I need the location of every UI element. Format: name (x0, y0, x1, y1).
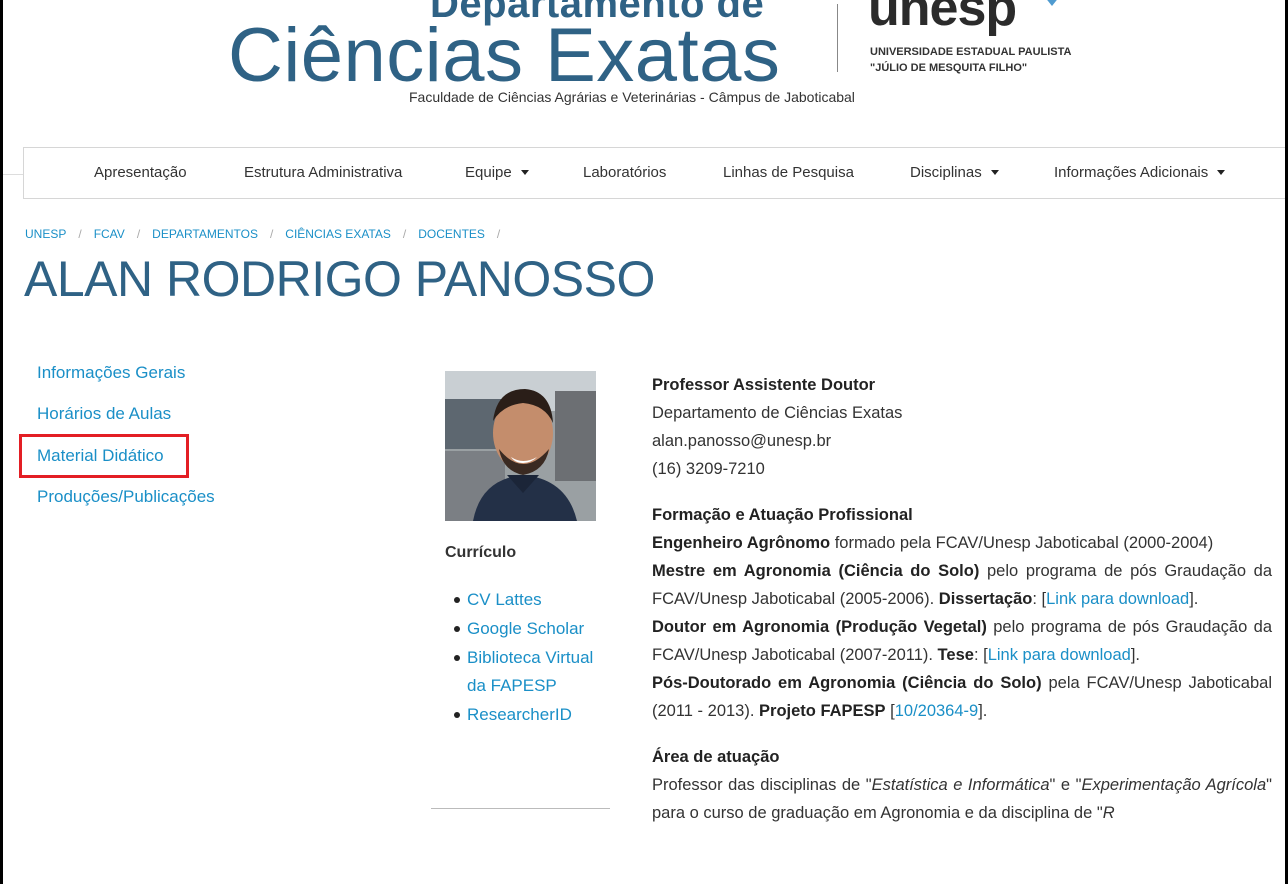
sidebar-item-informacoes-gerais[interactable]: Informações Gerais (37, 363, 185, 383)
faculty-subtitle: Faculdade de Ciências Agrárias e Veterin… (409, 89, 855, 105)
caret-down-icon (520, 169, 529, 175)
nav-item-informacoes-adicionais[interactable]: Informações Adicionais (1054, 164, 1226, 181)
profile-content: Professor Assistente Doutor Departamento… (652, 371, 1272, 827)
curriculo-heading: Currículo (445, 544, 517, 561)
formacao-engenheiro: Engenheiro Agrônomo formado pela FCAV/Un… (652, 534, 1214, 552)
profile-photo (445, 371, 596, 521)
department-title-line2: Ciências Exatas (228, 13, 781, 98)
breadcrumb-ciencias-exatas[interactable]: CIÊNCIAS EXATAS (285, 227, 391, 241)
cv-lattes-link[interactable]: CV Lattes (467, 590, 542, 609)
area-text: Professor das disciplinas de "Estatístic… (652, 776, 1272, 822)
formacao-posdoc: Pós-Doutorado em Agronomia (Ciência do S… (652, 674, 1272, 720)
nav-item-linhas-de-pesquisa[interactable]: Linhas de Pesquisa (723, 164, 854, 181)
caret-down-icon (1217, 169, 1226, 175)
breadcrumb-fcav[interactable]: FCAV (94, 227, 125, 241)
breadcrumb: UNESP / FCAV / DEPARTAMENTOS / CIÊNCIAS EXATAS… (25, 227, 512, 241)
highlight-box (19, 434, 189, 478)
google-scholar-link[interactable]: Google Scholar (467, 619, 584, 638)
profile-department: Departamento de Ciências Exatas (652, 404, 903, 422)
sidebar-item-horarios-de-aulas[interactable]: Horários de Aulas (37, 404, 171, 424)
nav-item-equipe[interactable]: Equipe (465, 164, 529, 181)
profile-email: alan.panosso@unesp.br (652, 432, 832, 450)
list-item: Biblioteca Virtual da FAPESP (445, 644, 595, 700)
sidebar-item-producoes-publicacoes[interactable]: Produções/Publicações (37, 487, 215, 507)
window-border-left (0, 0, 3, 884)
researcherid-link[interactable]: ResearcherID (467, 705, 572, 724)
profile-phone: (16) 3209-7210 (652, 460, 765, 478)
main-navigation: Apresentação Estrutura Administrativa Eq… (23, 147, 1285, 199)
breadcrumb-separator: / (269, 227, 274, 241)
nav-item-disciplinas[interactable]: Disciplinas (910, 164, 999, 181)
profile-role: Professor Assistente Doutor (652, 376, 876, 394)
breadcrumb-separator: / (496, 227, 501, 241)
university-patron: "JÚLIO DE MESQUITA FILHO" (870, 62, 1028, 74)
breadcrumb-docentes[interactable]: DOCENTES (418, 227, 485, 241)
header-divider (837, 4, 838, 72)
nav-item-laboratorios[interactable]: Laboratórios (583, 164, 666, 181)
curriculo-list: CV Lattes Google Scholar Biblioteca Virt… (445, 586, 595, 730)
breadcrumb-unesp[interactable]: UNESP (25, 227, 66, 241)
breadcrumb-departamentos[interactable]: DEPARTAMENTOS (152, 227, 258, 241)
breadcrumb-separator: / (136, 227, 141, 241)
breadcrumb-separator: / (402, 227, 407, 241)
formacao-mestre: Mestre em Agronomia (Ciência do Solo) pe… (652, 562, 1272, 608)
nav-left-rule (3, 174, 24, 175)
page-title: ALAN RODRIGO PANOSSO (24, 251, 655, 307)
tese-download-link[interactable]: Link para download (988, 646, 1131, 664)
dissertacao-download-link[interactable]: Link para download (1046, 590, 1189, 608)
list-item: ResearcherID (445, 701, 595, 729)
unesp-logo-star-icon (1044, 0, 1060, 6)
list-item: CV Lattes (445, 586, 595, 614)
biblioteca-virtual-fapesp-link[interactable]: Biblioteca Virtual da FAPESP (467, 648, 593, 695)
nav-item-apresentacao[interactable]: Apresentação (94, 164, 187, 181)
formacao-doutor: Doutor em Agronomia (Produção Vegetal) p… (652, 618, 1273, 664)
fapesp-project-link[interactable]: 10/20364-9 (895, 702, 979, 720)
formacao-heading: Formação e Atuação Profissional (652, 506, 913, 524)
caret-down-icon (990, 169, 999, 175)
university-name: UNIVERSIDADE ESTADUAL PAULISTA (870, 46, 1072, 58)
breadcrumb-separator: / (78, 227, 82, 241)
area-heading: Área de atuação (652, 748, 780, 766)
unesp-logo[interactable]: unesp (868, 0, 1017, 38)
list-item: Google Scholar (445, 615, 595, 643)
section-divider (431, 808, 610, 809)
nav-item-estrutura-administrativa[interactable]: Estrutura Administrativa (244, 164, 402, 181)
